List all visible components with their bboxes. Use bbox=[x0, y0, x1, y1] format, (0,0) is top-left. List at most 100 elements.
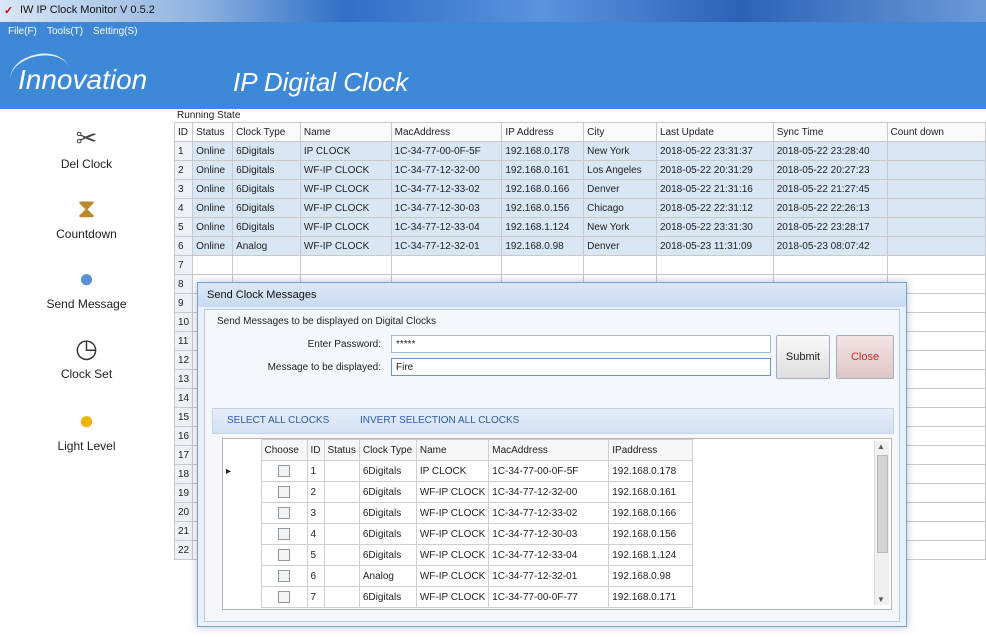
row-header[interactable]: ▸ bbox=[223, 461, 261, 482]
table-row[interactable]: 4 6Digitals WF-IP CLOCK 1C-34-77-12-30-03 19… bbox=[223, 523, 694, 545]
table-cell: Online bbox=[192, 217, 234, 237]
column-header-clock-type[interactable]: Clock Type bbox=[232, 122, 301, 142]
column-header-last-update[interactable]: Last Update bbox=[656, 122, 774, 142]
current-row-arrow-icon: ▸ bbox=[226, 465, 232, 477]
table-cell: Online bbox=[192, 236, 234, 256]
sidebar-item-del-clock[interactable]: ✂ Del Clock bbox=[0, 121, 173, 171]
table-row[interactable]: 5 6Digitals WF-IP CLOCK 1C-34-77-12-33-04 19… bbox=[223, 544, 694, 566]
table-cell: 6Digitals bbox=[232, 160, 301, 180]
table-row[interactable]: 3 Online 6Digitals WF-IP CLOCK 1C-34-77-12-3… bbox=[174, 179, 986, 199]
table-cell: 1C-34-77-00-0F-5F bbox=[488, 460, 610, 482]
table-cell: 6Digitals bbox=[358, 523, 417, 545]
sidebar-item-clock-set[interactable]: ◷ Clock Set bbox=[0, 331, 173, 381]
choose-checkbox[interactable] bbox=[278, 528, 290, 540]
vertical-scrollbar[interactable]: ▲ ▼ bbox=[874, 441, 889, 605]
row-header[interactable] bbox=[223, 503, 261, 524]
table-cell bbox=[886, 179, 986, 199]
table-cell bbox=[886, 217, 986, 237]
column-header-ip[interactable]: IPaddress bbox=[608, 439, 694, 461]
table-cell: New York bbox=[583, 141, 657, 161]
table-cell: 1C-34-77-12-32-01 bbox=[390, 236, 503, 256]
menu-file[interactable]: File(F) bbox=[8, 26, 37, 37]
table-cell: 192.168.0.156 bbox=[608, 523, 694, 545]
select-all-clocks-link[interactable]: SELECT ALL CLOCKS bbox=[227, 415, 329, 426]
table-row[interactable]: 5 Online 6Digitals WF-IP CLOCK 1C-34-77-12-3… bbox=[174, 217, 986, 237]
table-row[interactable]: 2 Online 6Digitals WF-IP CLOCK 1C-34-77-12-3… bbox=[174, 160, 986, 180]
table-cell: 1C-34-77-00-0F-77 bbox=[488, 586, 610, 608]
table-row[interactable]: 1 Online 6Digitals IP CLOCK 1C-34-77-00-0F-5… bbox=[174, 141, 986, 161]
sidebar-item-light-level[interactable]: ● Light Level bbox=[0, 403, 173, 453]
choose-checkbox[interactable] bbox=[278, 465, 290, 477]
column-header-choose[interactable]: Choose bbox=[260, 439, 308, 461]
column-header-city[interactable]: City bbox=[583, 122, 657, 142]
column-header-name[interactable]: Name bbox=[299, 122, 392, 142]
table-cell: Online bbox=[192, 160, 234, 180]
column-header-sync-time[interactable]: Sync Time bbox=[772, 122, 888, 142]
table-cell: 6Digitals bbox=[232, 179, 301, 199]
message-input[interactable]: Fire bbox=[391, 358, 771, 376]
table-row[interactable]: 3 6Digitals WF-IP CLOCK 1C-34-77-12-33-02 19… bbox=[223, 502, 694, 524]
table-cell: 2018-05-22 22:26:13 bbox=[772, 198, 888, 218]
choose-cell bbox=[260, 502, 308, 524]
column-header-countdown[interactable]: Count down bbox=[886, 122, 986, 142]
sidebar-item-label: Del Clock bbox=[60, 157, 113, 171]
column-header-status[interactable]: Status bbox=[192, 122, 234, 142]
column-header-id[interactable]: ID bbox=[174, 122, 194, 142]
close-button[interactable]: Close bbox=[836, 335, 894, 379]
scroll-up-arrow-icon[interactable]: ▲ bbox=[877, 442, 885, 451]
table-cell bbox=[192, 255, 234, 275]
column-header-mac[interactable]: MacAddress bbox=[390, 122, 503, 142]
table-cell: 192.168.0.178 bbox=[501, 141, 585, 161]
column-header-id[interactable]: ID bbox=[306, 439, 325, 461]
table-cell: 192.168.1.124 bbox=[501, 217, 585, 237]
column-header-name[interactable]: Name bbox=[415, 439, 490, 461]
choose-cell bbox=[260, 523, 308, 545]
choose-checkbox[interactable] bbox=[278, 549, 290, 561]
selection-toolbar: SELECT ALL CLOCKS INVERT SELECTION ALL C… bbox=[212, 408, 894, 434]
table-cell: WF-IP CLOCK bbox=[299, 160, 392, 180]
table-cell: Denver bbox=[583, 236, 657, 256]
brand-logo: Innovation bbox=[18, 64, 148, 95]
dialog-title-bar[interactable]: Send Clock Messages bbox=[198, 283, 906, 307]
column-header-mac[interactable]: MacAddress bbox=[488, 439, 610, 461]
table-row[interactable]: ▸ 1 6Digitals IP CLOCK 1C-34-77-00-0F-5F 192.… bbox=[223, 460, 694, 482]
table-row[interactable]: 7 bbox=[174, 255, 986, 275]
table-cell: 1C-34-77-12-30-03 bbox=[488, 523, 610, 545]
choose-checkbox[interactable] bbox=[278, 570, 290, 582]
table-row[interactable]: 2 6Digitals WF-IP CLOCK 1C-34-77-12-32-00 19… bbox=[223, 481, 694, 503]
table-cell: 7 bbox=[306, 586, 325, 608]
table-cell: 192.168.1.124 bbox=[608, 544, 694, 566]
table-cell: 4 bbox=[174, 198, 194, 218]
row-header[interactable] bbox=[223, 545, 261, 566]
sidebar-item-label: Send Message bbox=[46, 297, 127, 311]
table-cell bbox=[886, 141, 986, 161]
choose-checkbox[interactable] bbox=[278, 507, 290, 519]
row-header[interactable] bbox=[223, 524, 261, 545]
table-cell: 1C-34-77-12-32-00 bbox=[488, 481, 610, 503]
choose-checkbox[interactable] bbox=[278, 591, 290, 603]
row-header[interactable] bbox=[223, 566, 261, 587]
scroll-down-arrow-icon[interactable]: ▼ bbox=[877, 595, 885, 604]
choose-checkbox[interactable] bbox=[278, 486, 290, 498]
table-cell: 6 bbox=[306, 565, 325, 587]
sidebar-item-send-message[interactable]: ● Send Message bbox=[0, 261, 173, 311]
table-row[interactable]: 4 Online 6Digitals WF-IP CLOCK 1C-34-77-12-3… bbox=[174, 198, 986, 218]
sidebar: ✂ Del Clock ⧗ Countdown ● Send Message ◷… bbox=[0, 109, 173, 637]
submit-button[interactable]: Submit bbox=[776, 335, 830, 379]
sidebar-item-countdown[interactable]: ⧗ Countdown bbox=[0, 191, 173, 241]
row-header[interactable] bbox=[223, 587, 261, 608]
column-header-ip[interactable]: IP Address bbox=[501, 122, 585, 142]
menu-tools[interactable]: Tools(T) bbox=[47, 26, 83, 37]
scrollbar-thumb[interactable] bbox=[877, 455, 888, 553]
column-header-clock-type[interactable]: Clock Type bbox=[358, 439, 417, 461]
row-header[interactable] bbox=[223, 482, 261, 503]
invert-selection-link[interactable]: INVERT SELECTION ALL CLOCKS bbox=[360, 415, 519, 426]
menu-setting[interactable]: Setting(S) bbox=[93, 26, 137, 37]
table-cell: 1C-34-77-00-0F-5F bbox=[390, 141, 503, 161]
table-cell: Online bbox=[192, 198, 234, 218]
column-header-status[interactable]: Status bbox=[323, 439, 360, 461]
table-row[interactable]: 7 6Digitals WF-IP CLOCK 1C-34-77-00-0F-77 19… bbox=[223, 586, 694, 608]
table-row[interactable]: 6 Online Analog WF-IP CLOCK 1C-34-77-12-32-0… bbox=[174, 236, 986, 256]
table-row[interactable]: 6 Analog WF-IP CLOCK 1C-34-77-12-32-01 192.1… bbox=[223, 565, 694, 587]
password-input[interactable]: ***** bbox=[391, 335, 771, 353]
